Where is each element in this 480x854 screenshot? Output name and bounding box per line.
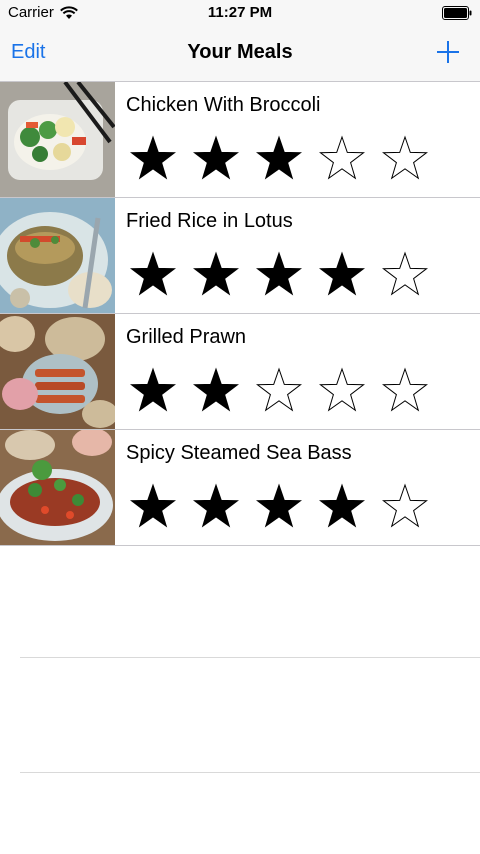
star-icon[interactable] [256,483,302,529]
star-empty-icon[interactable] [319,135,365,181]
star-empty-icon[interactable] [382,135,428,181]
rating-control[interactable] [130,135,428,181]
meal-photo [0,430,115,545]
plus-icon[interactable] [434,38,462,66]
empty-row-separator [20,772,480,773]
meal-name: Fried Rice in Lotus [126,210,293,232]
meal-name: Chicken With Broccoli [126,94,321,116]
star-empty-icon[interactable] [382,367,428,413]
star-icon[interactable] [130,251,176,297]
rating-control[interactable] [130,251,428,297]
meal-list: Chicken With Broccoli Fried Rice in Lotu… [0,82,480,546]
star-empty-icon[interactable] [382,251,428,297]
status-bar: Carrier 11:27 PM [0,0,480,26]
star-icon[interactable] [256,251,302,297]
meal-row[interactable]: Fried Rice in Lotus [0,198,480,314]
meal-photo [0,198,115,313]
star-empty-icon[interactable] [256,367,302,413]
meal-row[interactable]: Grilled Prawn [0,314,480,430]
meal-photo [0,314,115,429]
status-time: 11:27 PM [207,4,273,21]
meal-row[interactable]: Spicy Steamed Sea Bass [0,430,480,546]
navigation-bar: Edit Your Meals [0,26,480,82]
star-icon[interactable] [193,135,239,181]
meal-name: Grilled Prawn [126,326,247,348]
star-icon[interactable] [256,135,302,181]
star-icon[interactable] [130,483,176,529]
star-icon[interactable] [319,483,365,529]
rating-control[interactable] [130,367,428,413]
star-empty-icon[interactable] [319,367,365,413]
star-empty-icon[interactable] [382,483,428,529]
star-icon[interactable] [319,251,365,297]
star-icon[interactable] [193,251,239,297]
battery-icon [442,6,472,20]
page-title: Your Meals [187,41,293,63]
star-icon[interactable] [193,483,239,529]
star-icon[interactable] [130,367,176,413]
star-icon[interactable] [193,367,239,413]
rating-control[interactable] [130,483,428,529]
meal-photo [0,82,115,197]
meal-row[interactable]: Chicken With Broccoli [0,82,480,198]
meal-name: Spicy Steamed Sea Bass [126,442,352,464]
empty-row-separator [20,657,480,658]
star-icon[interactable] [130,135,176,181]
